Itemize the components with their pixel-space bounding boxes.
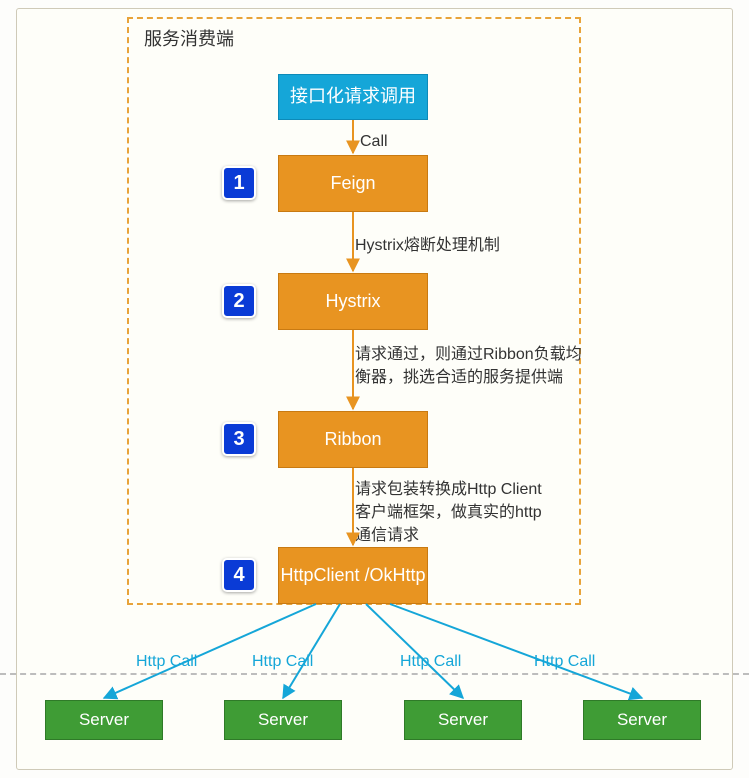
server-1: Server [45, 700, 163, 740]
step-badge-4: 4 [222, 558, 256, 592]
node-feign: Feign [278, 155, 428, 212]
edge-note-http: 请求包装转换成Http Client 客户端框架，做真实的http 通信请求 [355, 478, 542, 548]
http-call-label-1: Http Call [136, 653, 197, 671]
server-4: Server [583, 700, 701, 740]
step-badge-3: 3 [222, 422, 256, 456]
server-2: Server [224, 700, 342, 740]
server-3: Server [404, 700, 522, 740]
node-entry: 接口化请求调用 [278, 74, 428, 120]
node-ribbon: Ribbon [278, 411, 428, 468]
node-hystrix: Hystrix [278, 273, 428, 330]
node-httpclient: HttpClient /OkHttp [278, 547, 428, 604]
step-badge-2: 2 [222, 284, 256, 318]
boundary-title: 服务消费端 [144, 25, 234, 51]
http-call-label-2: Http Call [252, 653, 313, 671]
edge-note-ribbon: 请求通过，则通过Ribbon负载均 衡器，挑选合适的服务提供端 [355, 343, 582, 389]
network-boundary-line [0, 673, 749, 675]
edge-note-hystrix: Hystrix熔断处理机制 [355, 234, 500, 257]
http-call-label-3: Http Call [400, 653, 461, 671]
http-call-label-4: Http Call [534, 653, 595, 671]
edge-label-call: Call [360, 130, 388, 153]
step-badge-1: 1 [222, 166, 256, 200]
